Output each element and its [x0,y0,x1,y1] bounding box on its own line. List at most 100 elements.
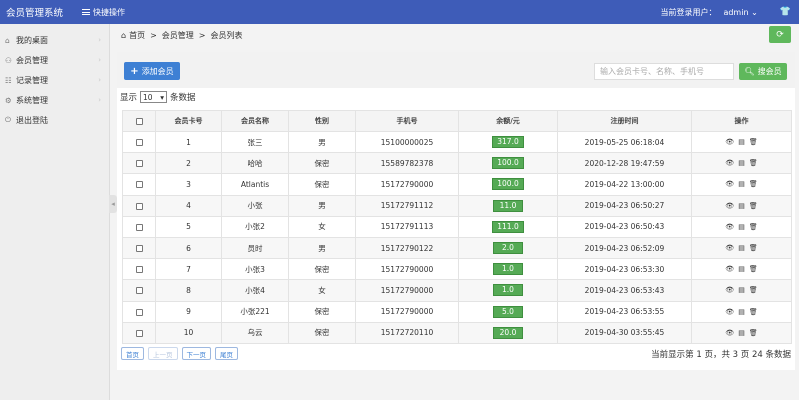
view-icon[interactable]: 👁︎ [725,180,734,188]
last-page-button[interactable]: 尾页 [215,347,238,360]
row-checkbox[interactable] [135,160,143,168]
table-row: 4 小张男 15172791112 11.0 2019-04-23 06:50:27 👁︎… [122,194,792,217]
sidebar-collapse-handle[interactable]: ◂ [109,195,117,213]
sidebar-item-members[interactable]: ⚇ 会员管理 › [0,50,109,70]
register-time-cell: 2019-04-23 06:52:09 [557,236,692,260]
view-icon[interactable]: 👁︎ [725,286,734,294]
column-header: 余额/元 [458,110,558,132]
settings-icon: ⚙ [5,95,12,105]
delete-icon[interactable]: 🗑︎ [749,308,758,316]
view-icon[interactable]: 👁︎ [725,138,734,146]
sidebar-item-desktop[interactable]: ⌂ 我的桌面 › [0,30,109,50]
edit-icon[interactable]: ▤ [738,308,745,316]
sidebar-item-logout[interactable]: ⏻ 退出登陆 [0,110,109,130]
delete-icon[interactable]: 🗑︎ [749,159,758,167]
view-icon[interactable]: 👁︎ [725,244,734,252]
prev-page-button[interactable]: 上一页 [148,347,178,360]
edit-icon[interactable]: ▤ [738,180,745,188]
actions-cell: 👁︎ ▤ 🗑︎ [691,258,792,281]
member-table: 会员卡号 会员名称 性别 手机号 余额/元 注册时间 操作 1 张三男 151000… [122,110,792,344]
edit-icon[interactable]: ▤ [738,329,745,337]
gender-cell: 男 [288,130,356,154]
sidebar-item-system[interactable]: ⚙ 系统管理 › [0,90,109,110]
view-icon[interactable]: 👁︎ [725,329,734,337]
edit-icon[interactable]: ▤ [738,138,745,146]
balance-badge: 2.0 [493,242,523,255]
search-button[interactable]: 🔍︎ 搜会员 [739,63,787,80]
row-checkbox[interactable] [135,245,143,253]
table-row: 10 乌云 保密 15172720110 20.0 2019-04-30 03:55:45… [122,321,792,344]
delete-icon[interactable]: 🗑︎ [749,329,758,337]
member-name-cell: 小张3 [221,258,289,281]
register-time-cell: 2020-12-28 19:47:59 [557,152,692,175]
edit-icon[interactable]: ▤ [738,223,745,231]
balance-badge: 111.0 [492,220,524,233]
quick-ops-menu[interactable]: 快捷操作 [82,7,125,18]
login-label: 当前登录用户： [660,7,717,17]
page-size-select[interactable]: 10 ▾ [140,91,168,103]
edit-icon[interactable]: ▤ [738,202,745,210]
delete-icon[interactable]: 🗑︎ [749,202,758,210]
row-select-cell [122,215,156,238]
add-member-button[interactable]: + 添加会员 [124,62,180,80]
view-icon[interactable]: 👁︎ [725,202,734,210]
refresh-button[interactable]: ⟳ [769,26,791,43]
balance-cell: 20.0 [458,321,558,344]
card-number-cell: 6 [155,236,222,260]
home-icon: ⌂ [121,30,127,40]
next-page-button[interactable]: 下一页 [181,347,211,360]
edit-icon[interactable]: ▤ [738,244,745,252]
delete-icon[interactable]: 🗑︎ [749,244,758,252]
select-all-checkbox[interactable] [135,117,143,125]
card-number-cell: 8 [155,279,222,302]
row-select-cell [122,300,156,323]
user-menu[interactable]: admin ⌄ [723,8,757,17]
row-checkbox[interactable] [135,329,143,337]
edit-icon[interactable]: ▤ [738,286,745,294]
balance-badge: 317.0 [492,136,524,149]
delete-icon[interactable]: 🗑︎ [749,265,758,273]
phone-cell: 15172720110 [355,321,459,344]
sidebar-item-records[interactable]: ☷ 记录管理 › [0,70,109,90]
view-icon[interactable]: 👁︎ [725,159,734,167]
table-row: 7 小张3 保密 15172790000 1.0 2019-04-23 06:53:30 👁… [122,258,792,281]
first-page-button[interactable]: 首页 [121,347,144,360]
delete-icon[interactable]: 🗑︎ [749,138,758,146]
actions-cell: 👁︎ ▤ 🗑︎ [691,321,792,344]
page-size-suffix: 条数据 [170,93,196,103]
page-size-value: 10 [143,92,153,102]
row-checkbox[interactable] [135,181,143,189]
search-input[interactable] [594,63,734,80]
user-area: 当前登录用户： admin ⌄ 👕 [660,7,799,18]
gender-cell: 保密 [288,258,356,281]
register-time-cell: 2019-05-25 06:18:04 [557,130,692,154]
card-number-cell: 4 [155,194,222,217]
delete-icon[interactable]: 🗑︎ [749,286,758,294]
sidebar-item-label: 记录管理 [16,75,48,85]
edit-icon[interactable]: ▤ [738,265,745,273]
row-checkbox[interactable] [135,139,143,147]
member-name-cell: 小张4 [221,279,289,302]
row-checkbox[interactable] [135,308,143,316]
view-icon[interactable]: 👁︎ [725,223,734,231]
row-checkbox[interactable] [135,202,143,210]
register-time-cell: 2019-04-23 06:53:30 [557,258,692,281]
phone-cell: 15100000025 [355,130,459,154]
view-icon[interactable]: 👁︎ [725,265,734,273]
row-checkbox[interactable] [135,223,143,231]
balance-badge: 100.0 [492,178,524,191]
delete-icon[interactable]: 🗑︎ [749,180,758,188]
view-icon[interactable]: 👁︎ [725,308,734,316]
delete-icon[interactable]: 🗑︎ [749,223,758,231]
breadcrumb-home[interactable]: 首页 [129,30,145,41]
breadcrumb-members[interactable]: 会员管理 [162,30,194,41]
edit-icon[interactable]: ▤ [738,159,745,167]
page-size-prefix: 显示 [120,93,138,103]
search-label: 搜会员 [757,67,782,76]
balance-badge: 100.0 [492,157,524,170]
table-row: 2 哈哈 保密 15589782378 100.0 2020-12-28 19:47:59… [122,152,792,175]
row-checkbox[interactable] [135,287,143,295]
theme-icon[interactable]: 👕 [780,7,791,17]
row-checkbox[interactable] [135,266,143,274]
balance-cell: 1.0 [458,258,558,281]
